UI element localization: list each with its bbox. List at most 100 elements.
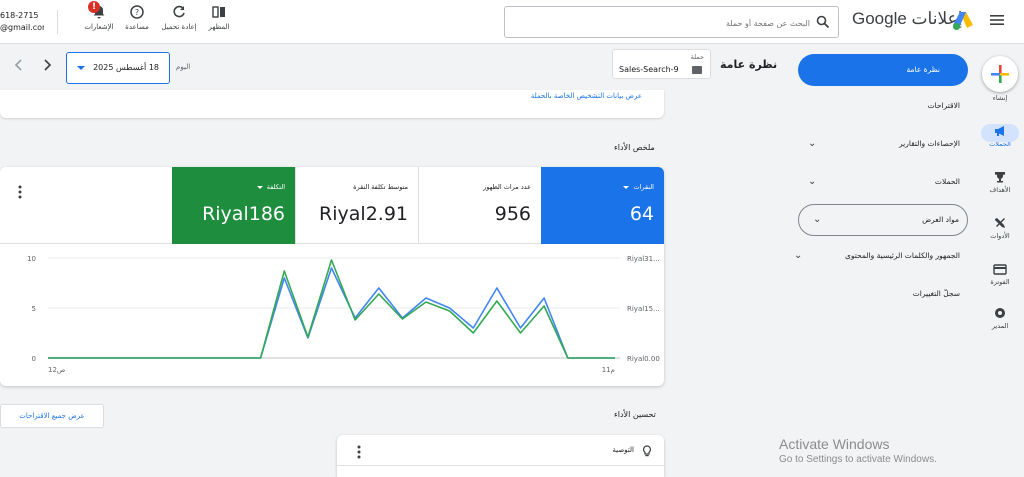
diagnostics-card: عرض بيانات التشخيص الخاصة بالحملة <box>0 90 664 118</box>
watermark-title: Activate Windows <box>779 436 890 452</box>
series-line-cost <box>48 259 615 359</box>
rail-item-tools[interactable]: الأدوات <box>976 216 1024 240</box>
plus-icon <box>991 65 1009 83</box>
watermark-subtitle: Go to Settings to activate Windows. <box>779 454 937 465</box>
rail-tools-label: الأدوات <box>990 232 1010 240</box>
megaphone-icon <box>995 126 1004 136</box>
chevron-down-icon: ⌄ <box>808 138 817 149</box>
performance-chart[interactable]: 10 5 0 Riyal31... Riyal15... Riyal0.00 12ص 11م <box>0 244 664 386</box>
nav-item-audience[interactable]: الجمهور والكلمات الرئيسية والمحتوى ⌄ <box>794 246 960 266</box>
chevron-left-icon[interactable] <box>12 58 24 72</box>
metric-label: التكلفة <box>256 183 285 191</box>
nav-item-change-history[interactable]: سجلّ التغييرات <box>800 284 960 304</box>
caret-down-icon <box>623 185 630 189</box>
date-range-select[interactable]: 18 أغسطس 2025 <box>66 52 170 84</box>
help-label: مساعدة <box>125 23 149 31</box>
rail-item-goals[interactable]: الأهداف <box>976 170 1024 194</box>
date-value: 18 أغسطس 2025 <box>93 63 159 72</box>
y2-tick-label: Riyal15... <box>627 305 660 313</box>
recommendation-card: التوصية <box>337 435 664 477</box>
nav-assets-label: مواد العرض <box>922 215 959 224</box>
x-tick-label: 11م <box>602 366 615 374</box>
more-vert-icon[interactable] <box>357 445 361 459</box>
more-vert-icon[interactable] <box>18 185 22 199</box>
rail-item-campaigns[interactable]: الحملات <box>976 124 1024 148</box>
tools-icon <box>995 218 1005 228</box>
search-box[interactable] <box>504 6 839 38</box>
metric-label: عدد مرات الظهور <box>483 183 531 191</box>
appearance-icon <box>212 6 225 18</box>
gear-icon <box>995 308 1005 318</box>
page-title: نظرة عامة <box>720 58 778 71</box>
optimize-title: تحسين الأداء <box>614 410 656 419</box>
create-button[interactable] <box>982 56 1018 92</box>
brand-name: Google إعلانات <box>852 9 963 28</box>
metric-label-text: النقرات <box>633 183 654 191</box>
help-button[interactable]: ? مساعدة <box>115 4 159 31</box>
y-tick-label: 0 <box>32 355 36 363</box>
trophy-icon <box>995 172 1005 183</box>
credit-card-icon <box>993 264 1007 275</box>
chevron-down-icon: ⌄ <box>813 214 822 225</box>
nav-changes-label: سجلّ التغييرات <box>912 289 960 298</box>
summary-title: ملخص الأداء <box>614 143 655 152</box>
rail-billing-label: الفوترة <box>990 278 1010 286</box>
nav-audience-label: الجمهور والكلمات الرئيسية والمحتوى <box>845 251 960 260</box>
performance-summary-card: التكلفة Riyal186 متوسط تكلفة النقرة Riya… <box>0 167 664 386</box>
campaign-label: حملة <box>690 53 704 61</box>
rail-item-billing[interactable]: الفوترة <box>976 262 1024 286</box>
y2-tick-label: Riyal0.00 <box>627 355 660 363</box>
campaign-name: Sales-Search-9 <box>619 65 679 74</box>
rail-item-admin[interactable]: المدير <box>976 306 1024 330</box>
view-all-recommendations-button[interactable]: عرض جميع الاقتراحات <box>0 404 104 428</box>
refresh-button[interactable]: إعادة تحميل <box>157 4 201 31</box>
google-ads-logo-icon <box>953 12 973 30</box>
svg-text:?: ? <box>135 8 139 17</box>
x-tick-label: 12ص <box>48 366 65 374</box>
metric-value: 64 <box>629 203 654 225</box>
notifications-label: الإشعارات <box>84 23 114 31</box>
chevron-right-icon[interactable] <box>42 58 54 72</box>
create-label: إنشاء <box>992 94 1008 102</box>
nav-recommendations-label: الاقتراحات <box>927 101 960 110</box>
rail-goals-label: الأهداف <box>989 186 1011 194</box>
nav-campaigns-label: الحملات <box>934 177 960 186</box>
nav-item-recommendations[interactable]: الاقتراحات <box>800 96 960 116</box>
divider <box>57 10 58 34</box>
menu-icon[interactable] <box>990 14 1004 26</box>
rail-admin-label: المدير <box>991 322 1009 330</box>
nav-item-overview[interactable]: نظرة عامة <box>798 54 968 86</box>
metric-card-clicks[interactable]: النقرات 64 <box>541 167 664 244</box>
notification-badge: ! <box>88 1 100 13</box>
divider <box>337 465 664 466</box>
nav-item-assets[interactable]: مواد العرض ⌄ <box>798 204 968 236</box>
recommendation-label: التوصية <box>612 446 634 454</box>
metric-value: 956 <box>494 203 531 225</box>
date-range-label: اليوم <box>176 63 191 71</box>
diagnostics-link[interactable]: عرض بيانات التشخيص الخاصة بالحملة <box>531 92 642 100</box>
account-id: 618-2715 <box>0 11 39 20</box>
nav-reports-label: الإحصاءات والتقارير <box>898 139 960 148</box>
search-campaign-icon <box>692 66 702 74</box>
appearance-button[interactable]: المظهر <box>197 4 241 31</box>
chevron-down-icon: ⌄ <box>794 250 803 261</box>
side-navigation: نظرة عامة الاقتراحات الإحصاءات والتقارير… <box>790 44 976 477</box>
y-tick-label: 5 <box>32 305 36 313</box>
refresh-label: إعادة تحميل <box>161 23 197 31</box>
metric-card-impressions[interactable]: عدد مرات الظهور 956 <box>418 167 541 244</box>
series-line-clicks <box>48 267 615 359</box>
y-tick-label: 10 <box>27 255 36 263</box>
nav-item-reports[interactable]: الإحصاءات والتقارير ⌄ <box>800 134 960 154</box>
nav-item-campaigns[interactable]: الحملات ⌄ <box>800 172 960 192</box>
metric-label-text: التكلفة <box>266 183 285 191</box>
campaign-selector[interactable]: حملة Sales-Search-9 <box>612 49 711 79</box>
account-info[interactable]: 618-2715 @gmail.com <box>0 10 44 34</box>
metric-value: Riyal2.91 <box>319 203 408 225</box>
metric-label: النقرات <box>623 183 654 191</box>
metric-card-cost[interactable]: التكلفة Riyal186 <box>172 167 295 244</box>
y2-tick-label: Riyal31... <box>627 255 660 263</box>
metric-card-avg-cpc[interactable]: متوسط تكلفة النقرة Riyal2.91 <box>295 167 418 244</box>
help-icon: ? <box>130 5 144 19</box>
metric-label: متوسط تكلفة النقرة <box>353 183 408 191</box>
search-input[interactable] <box>520 14 810 32</box>
